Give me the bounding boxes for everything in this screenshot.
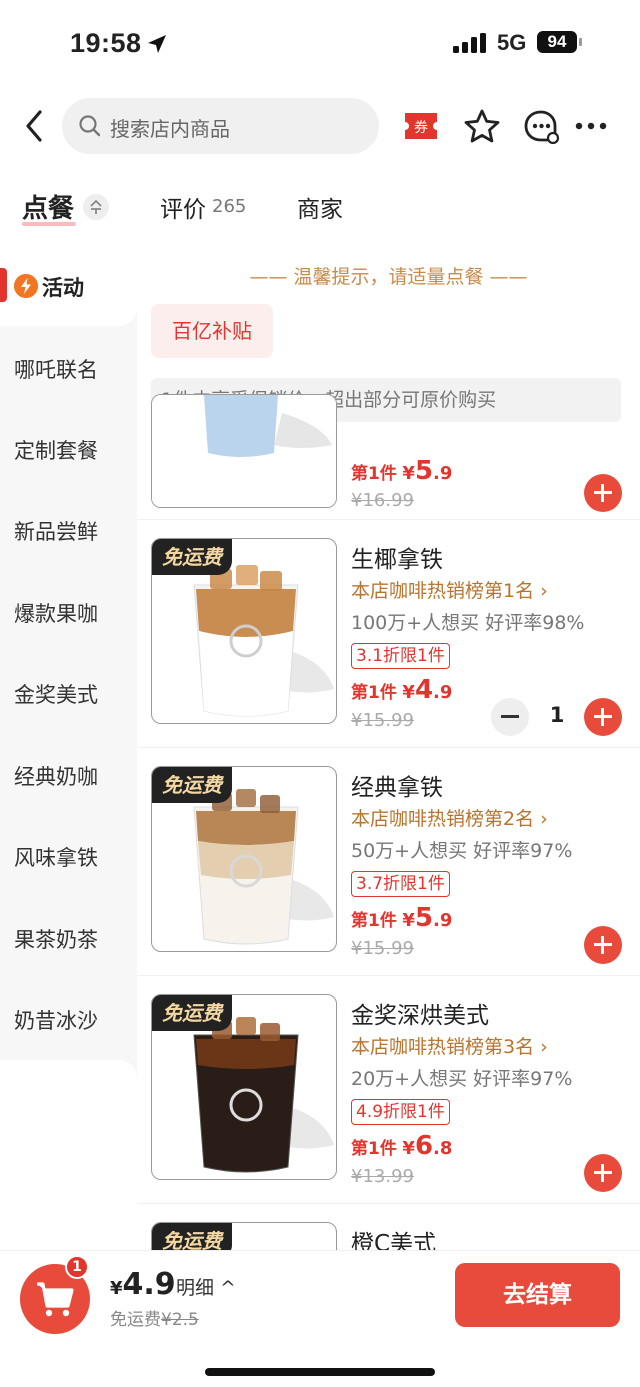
original-price: ¥16.99: [351, 490, 414, 511]
add-to-cart-button[interactable]: [584, 1154, 622, 1192]
tab-active-underline: [22, 222, 76, 226]
promo-tag[interactable]: 百亿补贴: [151, 304, 273, 358]
battery-nub: [579, 38, 582, 46]
price: 第1件 ¥4.9: [351, 675, 453, 705]
status-time: 19:58: [70, 28, 142, 58]
decrease-quantity-button[interactable]: [491, 698, 529, 736]
discount-tag: 3.1折限1件: [351, 643, 450, 669]
product-stats: 100万+人想买 好评率98%: [351, 612, 585, 634]
coupon-label: 券: [414, 120, 428, 136]
price: 第1件 ¥6.8: [351, 1131, 453, 1161]
free-shipping-badge: 免运费: [152, 539, 232, 575]
product-image: 免运费: [151, 538, 337, 724]
sidebar-item-nezha[interactable]: 哪吒联名: [14, 354, 98, 384]
signal-icon: [453, 33, 486, 53]
cart-total: ¥4.9: [110, 1267, 176, 1302]
product-card[interactable]: 免运费 经典拿铁 本店咖啡热销榜第2名 › 50万+人想买 好评率97% 3.7…: [137, 748, 640, 976]
product-name: 橙C美式: [351, 1231, 437, 1250]
search-placeholder: 搜索店内商品: [110, 117, 230, 141]
tab-order[interactable]: 点餐: [22, 188, 74, 225]
category-sidebar: 活动 哪吒联名 定制套餐 新品尝鲜 爆款果咖 金奖美式 经典奶咖 风味拿铁 果茶…: [0, 248, 137, 1250]
product-name: 经典拿铁: [351, 775, 443, 801]
customer-service-icon[interactable]: [522, 108, 560, 144]
search-input[interactable]: 搜索店内商品: [62, 98, 379, 154]
top-nav: 搜索店内商品 券: [0, 96, 640, 156]
add-to-cart-button[interactable]: [584, 474, 622, 512]
add-to-cart-button[interactable]: [584, 698, 622, 736]
original-price: ¥13.99: [351, 1166, 414, 1187]
delivery-fee: 免运费¥2.5: [110, 1310, 199, 1330]
cart-bar: 1 ¥4.9 明细 ^ 免运费¥2.5 去结算: [0, 1250, 640, 1387]
star-favorite-icon[interactable]: [463, 108, 501, 144]
battery-icon: 94: [537, 31, 577, 53]
sidebar-item-flavored-latte[interactable]: 风味拿铁: [14, 842, 98, 872]
discount-tag: 3.7折限1件: [351, 871, 450, 897]
discount-tag: 4.9折限1件: [351, 1099, 450, 1125]
home-indicator: [205, 1368, 435, 1376]
product-card-partial[interactable]: 第1件 ¥5.9 ¥16.99: [137, 394, 640, 520]
product-image: 免运费: [151, 994, 337, 1180]
free-shipping-badge: 免运费: [152, 1223, 232, 1250]
product-image: 免运费: [151, 1222, 337, 1250]
product-list[interactable]: —— 温馨提示，请适量点餐 —— 百亿补贴 1件内享受促销价，超出部分可原价购买…: [137, 248, 640, 1250]
cart-count-badge: 1: [65, 1255, 89, 1279]
add-to-cart-button[interactable]: [584, 926, 622, 964]
product-image: [151, 394, 337, 508]
checkout-button[interactable]: 去结算: [455, 1263, 620, 1327]
product-card[interactable]: 免运费 橙C美式: [137, 1204, 640, 1250]
ranking-link[interactable]: 本店咖啡热销榜第3名 ›: [351, 1032, 548, 1059]
sidebar-item-americano[interactable]: 金奖美式: [14, 679, 98, 709]
sidebar-item-new[interactable]: 新品尝鲜: [14, 516, 98, 546]
search-icon: [79, 115, 101, 137]
shopping-cart-icon: [37, 1282, 74, 1317]
product-image: 免运费: [151, 766, 337, 952]
order-tip-text: 温馨提示，请适量点餐: [293, 266, 484, 288]
tab-bar: 点餐 评价 265 商家: [0, 180, 640, 236]
product-stats: 20万+人想买 好评率97%: [351, 1068, 573, 1090]
product-name: 金奖深烘美式: [351, 1003, 489, 1029]
cart-detail-link[interactable]: 明细 ^: [176, 1273, 236, 1300]
sidebar-item-shake[interactable]: 奶昔冰沙: [14, 1005, 98, 1035]
review-count: 265: [212, 196, 247, 217]
location-arrow-icon: [148, 35, 166, 53]
lightning-icon: [14, 274, 38, 298]
sidebar-item-milk-coffee[interactable]: 经典奶咖: [14, 761, 98, 791]
back-arrow-icon[interactable]: [20, 108, 50, 144]
sidebar-active-indicator: [0, 268, 7, 302]
sidebar-item-custom-set[interactable]: 定制套餐: [14, 435, 98, 465]
free-shipping-badge: 免运费: [152, 767, 232, 803]
sidebar-item-fruit-tea[interactable]: 果茶奶茶: [14, 924, 98, 954]
ranking-link[interactable]: 本店咖啡热销榜第1名 ›: [351, 576, 548, 603]
product-card[interactable]: 免运费 金奖深烘美式 本店咖啡热销榜第3名 › 20万+人想买 好评率97% 4…: [137, 976, 640, 1204]
tab-merchant[interactable]: 商家: [297, 190, 343, 224]
sidebar-item-label: 活动: [42, 276, 84, 300]
status-bar: 19:58 5G 94: [0, 0, 640, 88]
product-stats: 50万+人想买 好评率97%: [351, 840, 573, 862]
product-name: 生椰拿铁: [351, 547, 443, 573]
ranking-link[interactable]: 本店咖啡热销榜第2名 ›: [351, 804, 548, 831]
sidebar-footer-space: [0, 1060, 137, 1250]
product-card[interactable]: 免运费 生椰拿铁 本店咖啡热销榜第1名 › 100万+人想买 好评率98% 3.…: [137, 520, 640, 748]
price: 第1件 ¥5.9: [351, 456, 453, 486]
original-price: ¥15.99: [351, 938, 414, 959]
tab-review[interactable]: 评价: [160, 190, 206, 224]
original-price: ¥15.99: [351, 710, 414, 731]
network-type: 5G: [497, 30, 527, 55]
price: 第1件 ¥5.9: [351, 903, 453, 933]
coupon-icon[interactable]: 券: [402, 110, 440, 142]
more-options-icon[interactable]: [574, 114, 608, 138]
sidebar-item-fruit-coffee[interactable]: 爆款果咖: [14, 598, 98, 628]
sidebar-item-activity[interactable]: 活动: [0, 248, 137, 326]
free-shipping-badge: 免运费: [152, 995, 232, 1031]
collapse-toggle-icon[interactable]: [83, 194, 109, 220]
order-tip: —— 温馨提示，请适量点餐 ——: [249, 266, 528, 288]
quantity-value: 1: [549, 703, 565, 727]
